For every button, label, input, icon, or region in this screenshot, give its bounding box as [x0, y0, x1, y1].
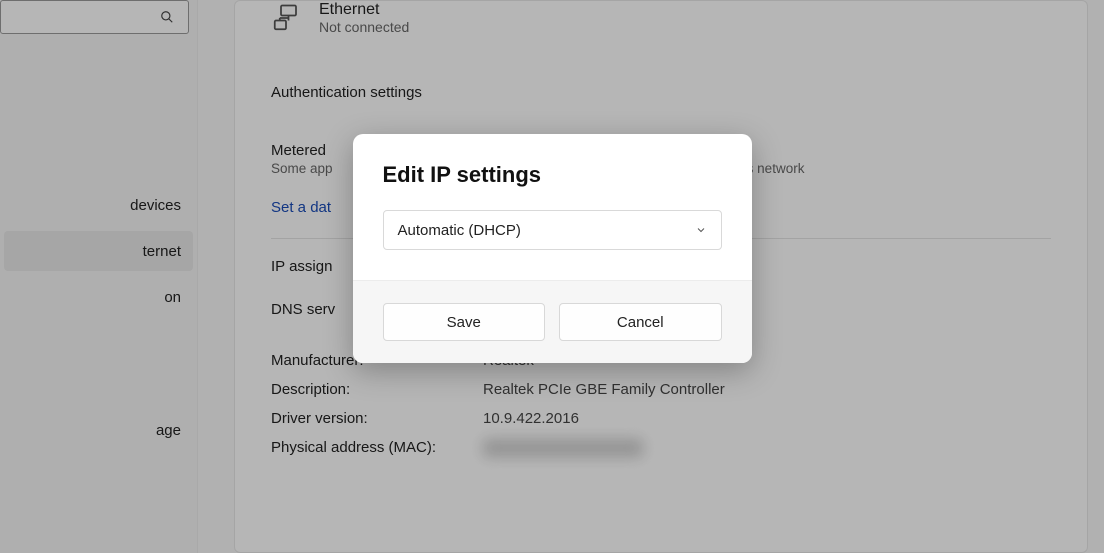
cancel-button[interactable]: Cancel [559, 303, 722, 341]
dropdown-value: Automatic (DHCP) [398, 222, 521, 239]
chevron-down-icon [695, 224, 707, 236]
ip-settings-dropdown[interactable]: Automatic (DHCP) [383, 210, 722, 250]
dialog-footer: Save Cancel [353, 280, 752, 363]
modal-backdrop: Edit IP settings Automatic (DHCP) Save C… [0, 0, 1104, 553]
edit-ip-settings-dialog: Edit IP settings Automatic (DHCP) Save C… [353, 134, 752, 363]
save-button[interactable]: Save [383, 303, 546, 341]
dialog-body: Edit IP settings Automatic (DHCP) [353, 134, 752, 280]
dialog-title: Edit IP settings [383, 162, 722, 188]
